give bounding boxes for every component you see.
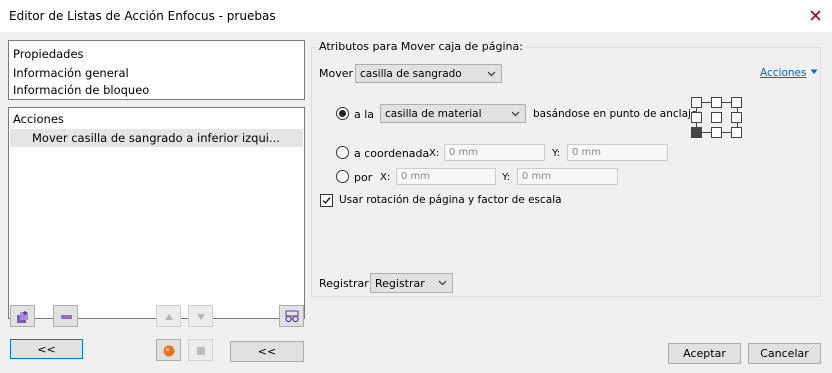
anchor-top-center[interactable] xyxy=(711,97,722,108)
anchor-middle-right[interactable] xyxy=(731,112,742,123)
window-title: Editor de Listas de Acción Enfocus - pru… xyxy=(9,9,276,23)
by-y-value: 0 mm xyxy=(522,171,552,182)
minus-icon xyxy=(61,315,72,319)
anchor-bottom-center[interactable] xyxy=(711,127,722,138)
anchor-label: basándose en punto de anclaje: xyxy=(533,108,701,120)
by-x-value: 0 mm xyxy=(401,171,431,182)
target-box-select[interactable]: casilla de material xyxy=(380,104,526,123)
register-label: Registrar xyxy=(319,277,369,290)
by-y-label: Y: xyxy=(502,172,511,183)
collapse-left-label: << xyxy=(37,343,56,356)
chevron-down-icon xyxy=(511,111,520,117)
caret-down-icon xyxy=(810,69,818,74)
anchor-center[interactable] xyxy=(711,112,722,123)
by-x-field[interactable]: 0 mm xyxy=(396,168,496,185)
properties-header: Propiedades xyxy=(13,47,84,61)
close-icon xyxy=(810,10,821,21)
coord-x-label: X: xyxy=(429,148,440,159)
actions-menu-label: Acciones xyxy=(760,67,807,79)
actions-header: Acciones xyxy=(13,112,64,126)
remove-action-button[interactable] xyxy=(53,305,78,327)
by-y-field[interactable]: 0 mm xyxy=(517,168,618,185)
stop-button[interactable] xyxy=(188,339,213,361)
radio-coordinate-label: a coordenada xyxy=(354,147,430,160)
close-button[interactable] xyxy=(800,0,832,32)
coord-y-field[interactable]: 0 mm xyxy=(567,144,668,161)
rotation-checkbox[interactable] xyxy=(320,194,333,207)
move-select-value: casilla de sangrado xyxy=(360,68,462,80)
coord-x-value: 0 mm xyxy=(449,147,479,158)
glasses-icon xyxy=(285,310,299,323)
checkmark-icon xyxy=(322,197,331,205)
actions-list-item[interactable]: Mover casilla de sangrado a inferior izq… xyxy=(10,129,303,147)
arrow-down-icon xyxy=(197,314,205,320)
move-down-button[interactable] xyxy=(188,305,213,327)
properties-item-general[interactable]: Información general xyxy=(13,66,129,80)
target-box-value: casilla de material xyxy=(385,108,482,120)
move-select[interactable]: casilla de sangrado xyxy=(355,64,502,83)
rotation-checkbox-label: Usar rotación de página y factor de esca… xyxy=(339,194,562,206)
record-button[interactable] xyxy=(156,339,181,361)
collapse-right-button[interactable]: << xyxy=(230,341,304,362)
actions-menu-link[interactable]: Acciones xyxy=(760,66,818,79)
radio-coordinate[interactable] xyxy=(336,146,349,159)
move-up-button[interactable] xyxy=(156,305,181,327)
coord-y-label: Y: xyxy=(552,148,561,159)
stop-icon xyxy=(197,347,205,355)
chevron-down-icon xyxy=(487,71,496,77)
anchor-top-left[interactable] xyxy=(691,97,702,108)
attributes-group-title: Atributos para Mover caja de página: xyxy=(317,40,525,53)
anchor-top-right[interactable] xyxy=(731,97,742,108)
actions-panel: Acciones Mover casilla de sangrado a inf… xyxy=(8,107,305,319)
collapse-left-button[interactable]: << xyxy=(10,339,83,359)
accept-button[interactable]: Aceptar xyxy=(668,343,741,364)
register-select-value: Registrar xyxy=(375,277,425,290)
add-action-icon xyxy=(17,311,28,323)
radio-by-label: por xyxy=(354,171,373,184)
chevron-down-icon xyxy=(438,280,447,286)
anchor-point-grid[interactable] xyxy=(691,97,743,139)
cancel-button[interactable]: Cancelar xyxy=(748,343,821,364)
arrow-up-icon xyxy=(165,314,173,320)
anchor-middle-left[interactable] xyxy=(691,112,702,123)
coord-y-value: 0 mm xyxy=(572,147,602,158)
accept-label: Aceptar xyxy=(683,347,726,360)
by-x-label: X: xyxy=(380,172,391,183)
properties-panel: Propiedades Información general Informac… xyxy=(8,40,305,100)
radio-by[interactable] xyxy=(336,170,349,183)
coord-x-field[interactable]: 0 mm xyxy=(444,144,545,161)
move-label: Mover xyxy=(319,67,354,80)
record-icon xyxy=(163,345,175,357)
radio-to-box[interactable] xyxy=(336,107,349,120)
register-select[interactable]: Registrar xyxy=(370,273,453,293)
add-action-button[interactable] xyxy=(10,305,35,327)
actions-list-item-label: Mover casilla de sangrado a inferior izq… xyxy=(32,131,280,145)
cancel-label: Cancelar xyxy=(760,347,809,360)
radio-to-label: a la xyxy=(354,108,375,121)
anchor-bottom-right[interactable] xyxy=(731,127,742,138)
collapse-right-label: << xyxy=(257,345,277,358)
preview-button[interactable] xyxy=(279,305,304,327)
properties-item-lock[interactable]: Información de bloqueo xyxy=(13,83,149,97)
anchor-bottom-left[interactable] xyxy=(691,127,702,138)
